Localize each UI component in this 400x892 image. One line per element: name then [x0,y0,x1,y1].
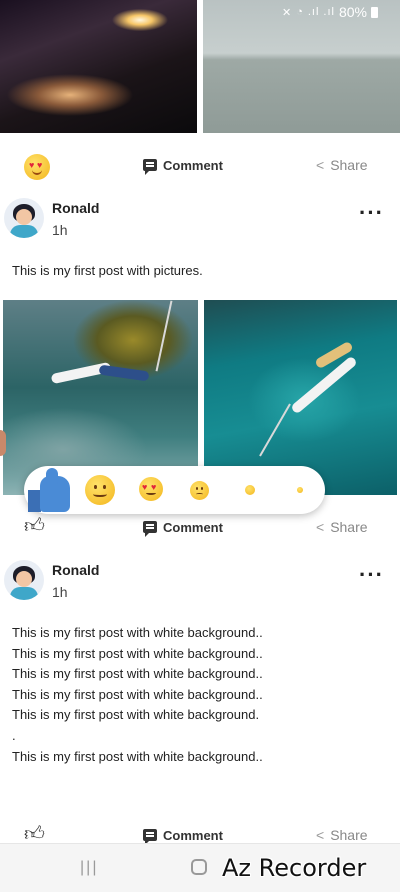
battery-level: 80% [338,4,367,20]
post-actions: ♥ ♥ Comment < Share [0,150,400,180]
photo-light-streak[interactable] [0,0,197,133]
author-name[interactable]: Ronald [52,200,99,216]
recent-apps-button[interactable]: ||| [80,859,98,877]
heart-eyes-icon[interactable]: ♥ ♥ [24,154,50,180]
share-label: Share [330,827,368,843]
post-line: This is my first post with white backgro… [12,707,260,723]
comment-button[interactable]: Comment [143,519,223,537]
comment-icon [143,159,157,175]
share-button[interactable]: < Share [316,827,368,843]
author-name[interactable]: Ronald [52,562,99,578]
comment-label: Comment [163,827,223,843]
post-line: . [12,727,16,743]
recorder-watermark: Az Recorder [222,854,367,882]
share-button[interactable]: < Share [316,157,368,173]
like-icon[interactable]: 👍︎ [24,514,45,538]
comment-icon [143,521,157,537]
comment-icon [143,829,157,845]
system-nav-bar: ||| Az Recorder [0,843,400,892]
avatar-edge [0,430,6,456]
post-line: This is my first post with white backgro… [12,625,263,640]
post-time: 1h [52,222,68,238]
post-line: This is my first post with white backgro… [12,748,263,764]
status-bar: ✕ ◔ .ıl .ıl 80% [282,4,378,20]
comment-button[interactable]: Comment [143,157,223,175]
tiny-emoji-icon[interactable] [297,487,303,493]
comment-label: Comment [163,157,223,173]
signal-icon: .ıl [307,6,320,18]
small-emoji-icon[interactable] [245,485,255,495]
avatar[interactable] [4,198,44,238]
post-text: This is my first post with pictures. [12,263,203,278]
post-header: Ronald 1h ··· [0,560,400,610]
mute-icon: ✕ [281,6,293,19]
avatar[interactable] [4,560,44,600]
reaction-picker: ♥ ♥ [24,466,325,514]
comment-label: Comment [163,519,223,535]
comment-button[interactable]: Comment [143,827,223,845]
sad-icon[interactable] [190,481,209,500]
more-options-icon[interactable]: ··· [359,564,384,586]
signal-icon: .ıl [323,6,335,18]
more-options-icon[interactable]: ··· [359,202,384,224]
share-label: Share [330,157,368,173]
post-line: This is my first post with white backgro… [12,686,263,702]
share-icon: < [316,519,325,535]
post-actions: 👍︎ Comment < Share [0,512,400,542]
post-line: This is my first post with white backgro… [12,645,263,661]
post-text: This is my first post with white backgro… [12,623,263,767]
share-icon: < [316,827,325,843]
home-button[interactable] [191,859,207,875]
wifi-icon: ◔ [296,6,304,18]
share-icon: < [316,157,325,173]
battery-icon [371,6,378,18]
like-icon[interactable] [28,468,72,512]
heart-eyes-icon[interactable]: ♥ ♥ [139,477,163,501]
share-button[interactable]: < Share [316,519,368,535]
share-label: Share [330,519,368,535]
post-header: Ronald 1h ··· [0,198,400,248]
post-time: 1h [52,584,68,600]
post-line: This is my first post with white backgro… [12,666,263,682]
smile-icon[interactable] [85,475,115,505]
